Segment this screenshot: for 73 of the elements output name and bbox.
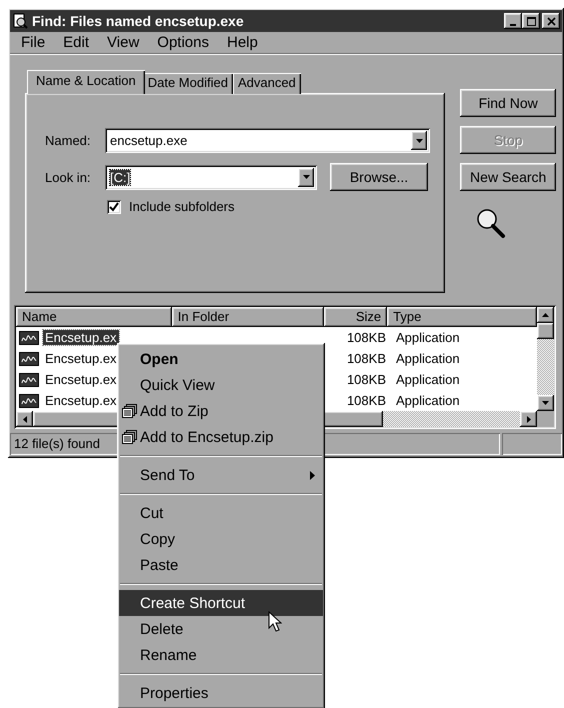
browse-button[interactable]: Browse...: [330, 163, 428, 191]
close-button[interactable]: [542, 13, 560, 29]
tab[interactable]: Name & Location: [27, 70, 145, 94]
file-size: 108KB: [346, 330, 387, 345]
look-in-field[interactable]: [C:]: [105, 164, 317, 190]
down-arrow-icon: [541, 400, 550, 406]
menu-item[interactable]: View: [98, 34, 148, 51]
menu-item[interactable]: Copy: [119, 526, 323, 552]
field-label: Named:: [45, 133, 92, 148]
dropdown-button[interactable]: [298, 168, 314, 186]
mouse-pointer-icon: [268, 611, 282, 633]
menu-item[interactable]: Properties: [119, 680, 323, 706]
file-name[interactable]: Encsetup.ex: [43, 351, 119, 366]
caret-icon: [414, 136, 424, 144]
scroll-thumb[interactable]: [537, 323, 554, 339]
menu-item[interactable]: Delete: [119, 616, 323, 642]
menu-item[interactable]: Quick View: [119, 372, 323, 398]
maximize-icon: [526, 16, 536, 26]
vertical-scrollbar[interactable]: [537, 307, 554, 411]
application-icon: [19, 330, 39, 344]
application-icon: [19, 352, 39, 366]
application-icon: [19, 394, 39, 408]
menu-item[interactable]: Help: [218, 34, 267, 51]
stacked-windows-icon: [121, 429, 138, 445]
close-icon: [546, 16, 556, 26]
stacked-windows-icon: [121, 403, 138, 419]
file-size: 108KB: [346, 393, 387, 408]
checkbox-label: Include subfolders: [129, 199, 235, 214]
action-button[interactable]: Find Now: [460, 89, 556, 117]
column-header[interactable]: Size: [324, 307, 388, 327]
file-size: 108KB: [346, 351, 387, 366]
right-arrow-icon: [526, 414, 532, 424]
file-type: Application: [395, 330, 461, 345]
menu-item[interactable]: Send To: [119, 462, 323, 488]
menu-item[interactable]: Add to Encsetup.zip: [119, 424, 323, 450]
menu-item[interactable]: Edit: [54, 34, 98, 51]
named-field[interactable]: encsetup.exe: [105, 128, 430, 153]
up-arrow-icon: [541, 312, 550, 318]
file-type: Application: [395, 372, 461, 387]
maximize-button[interactable]: [522, 13, 540, 29]
menu-item[interactable]: Cut: [119, 500, 323, 526]
action-button[interactable]: New Search: [460, 163, 556, 191]
menu-item[interactable]: Paste: [119, 552, 323, 578]
menu-item[interactable]: File: [12, 34, 54, 51]
file-name[interactable]: Encsetup.ex: [43, 330, 119, 345]
status-panel: [502, 433, 562, 455]
file-name[interactable]: Encsetup.ex: [43, 372, 119, 387]
caret-icon: [302, 173, 310, 181]
menu-item[interactable]: Create Shortcut: [119, 590, 323, 616]
file-type: Application: [395, 393, 461, 408]
submenu-arrow-icon: [310, 470, 315, 480]
application-icon: [19, 372, 39, 386]
column-header[interactable]: Type: [387, 307, 537, 327]
file-type: Application: [395, 351, 461, 366]
checkbox[interactable]: [107, 200, 121, 214]
file-size: 108KB: [346, 372, 387, 387]
menu-item[interactable]: Add to Zip: [119, 398, 323, 424]
window-title: Find: Files named encsetup.exe: [32, 13, 245, 29]
file-name[interactable]: Encsetup.ex: [43, 393, 119, 408]
menu-item[interactable]: Rename: [119, 642, 323, 668]
dropdown-button[interactable]: [411, 131, 427, 150]
menu-item[interactable]: Open: [119, 346, 323, 372]
tab[interactable]: Date Modified: [142, 73, 233, 94]
column-header[interactable]: In Folder: [172, 307, 324, 327]
column-header[interactable]: Name: [16, 307, 172, 327]
minimize-icon: [510, 24, 516, 26]
tab[interactable]: Advanced: [232, 73, 301, 94]
menu-item[interactable]: Options: [148, 34, 218, 51]
left-arrow-icon: [22, 414, 28, 424]
field-label: Look in:: [45, 170, 92, 184]
minimize-button[interactable]: [504, 13, 522, 29]
find-icon: [12, 13, 28, 29]
check-icon: [109, 202, 119, 212]
